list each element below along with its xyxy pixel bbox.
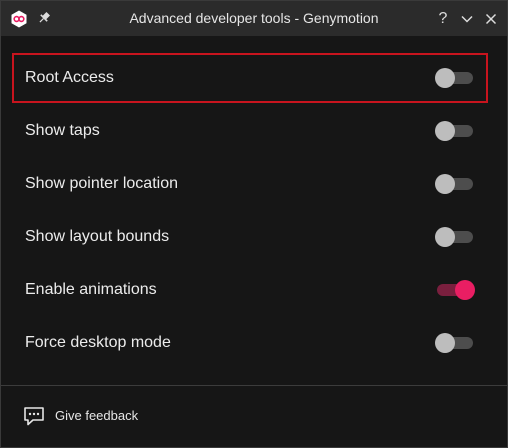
window-title: Advanced developer tools - Genymotion bbox=[129, 10, 379, 26]
toggle-thumb bbox=[435, 333, 455, 353]
give-feedback-label: Give feedback bbox=[55, 408, 139, 423]
force-desktop-mode-toggle[interactable] bbox=[435, 333, 475, 353]
help-button[interactable]: ? bbox=[433, 9, 453, 29]
footer-divider bbox=[1, 385, 507, 386]
chat-bubble-icon bbox=[24, 407, 44, 426]
toggle-thumb bbox=[435, 121, 455, 141]
chevron-down-icon bbox=[461, 15, 473, 23]
toggle-thumb bbox=[435, 174, 455, 194]
setting-row-show-taps: Show taps bbox=[1, 104, 507, 157]
setting-row-show-layout-bounds: Show layout bounds bbox=[1, 210, 507, 263]
close-icon bbox=[485, 13, 497, 25]
show-pointer-location-toggle[interactable] bbox=[435, 174, 475, 194]
close-button[interactable] bbox=[481, 9, 501, 29]
advanced-developer-tools-window: Advanced developer tools - Genymotion ? … bbox=[0, 0, 508, 448]
show-taps-toggle[interactable] bbox=[435, 121, 475, 141]
settings-panel: Root Access Show taps Show pointer locat… bbox=[1, 36, 507, 447]
toggle-thumb bbox=[435, 227, 455, 247]
setting-row-enable-animations: Enable animations bbox=[1, 263, 507, 316]
setting-label-show-layout-bounds: Show layout bounds bbox=[25, 228, 170, 245]
give-feedback-link[interactable]: Give feedback bbox=[23, 402, 173, 430]
title-bar[interactable]: Advanced developer tools - Genymotion ? bbox=[1, 1, 507, 36]
collapse-button[interactable] bbox=[457, 9, 477, 29]
setting-row-force-desktop-mode: Force desktop mode bbox=[1, 316, 507, 369]
genymotion-logo-icon bbox=[11, 10, 27, 28]
setting-label-root-access: Root Access bbox=[25, 69, 114, 86]
root-access-toggle[interactable] bbox=[435, 68, 475, 88]
setting-label-enable-animations: Enable animations bbox=[25, 281, 157, 298]
toggle-thumb bbox=[435, 68, 455, 88]
pin-icon[interactable] bbox=[37, 11, 51, 25]
setting-row-root-access: Root Access bbox=[1, 51, 507, 104]
setting-label-show-pointer-location: Show pointer location bbox=[25, 175, 178, 192]
setting-row-show-pointer-location: Show pointer location bbox=[1, 157, 507, 210]
setting-label-force-desktop-mode: Force desktop mode bbox=[25, 334, 171, 351]
toggle-thumb bbox=[455, 280, 475, 300]
setting-label-show-taps: Show taps bbox=[25, 122, 100, 139]
show-layout-bounds-toggle[interactable] bbox=[435, 227, 475, 247]
enable-animations-toggle[interactable] bbox=[435, 280, 475, 300]
